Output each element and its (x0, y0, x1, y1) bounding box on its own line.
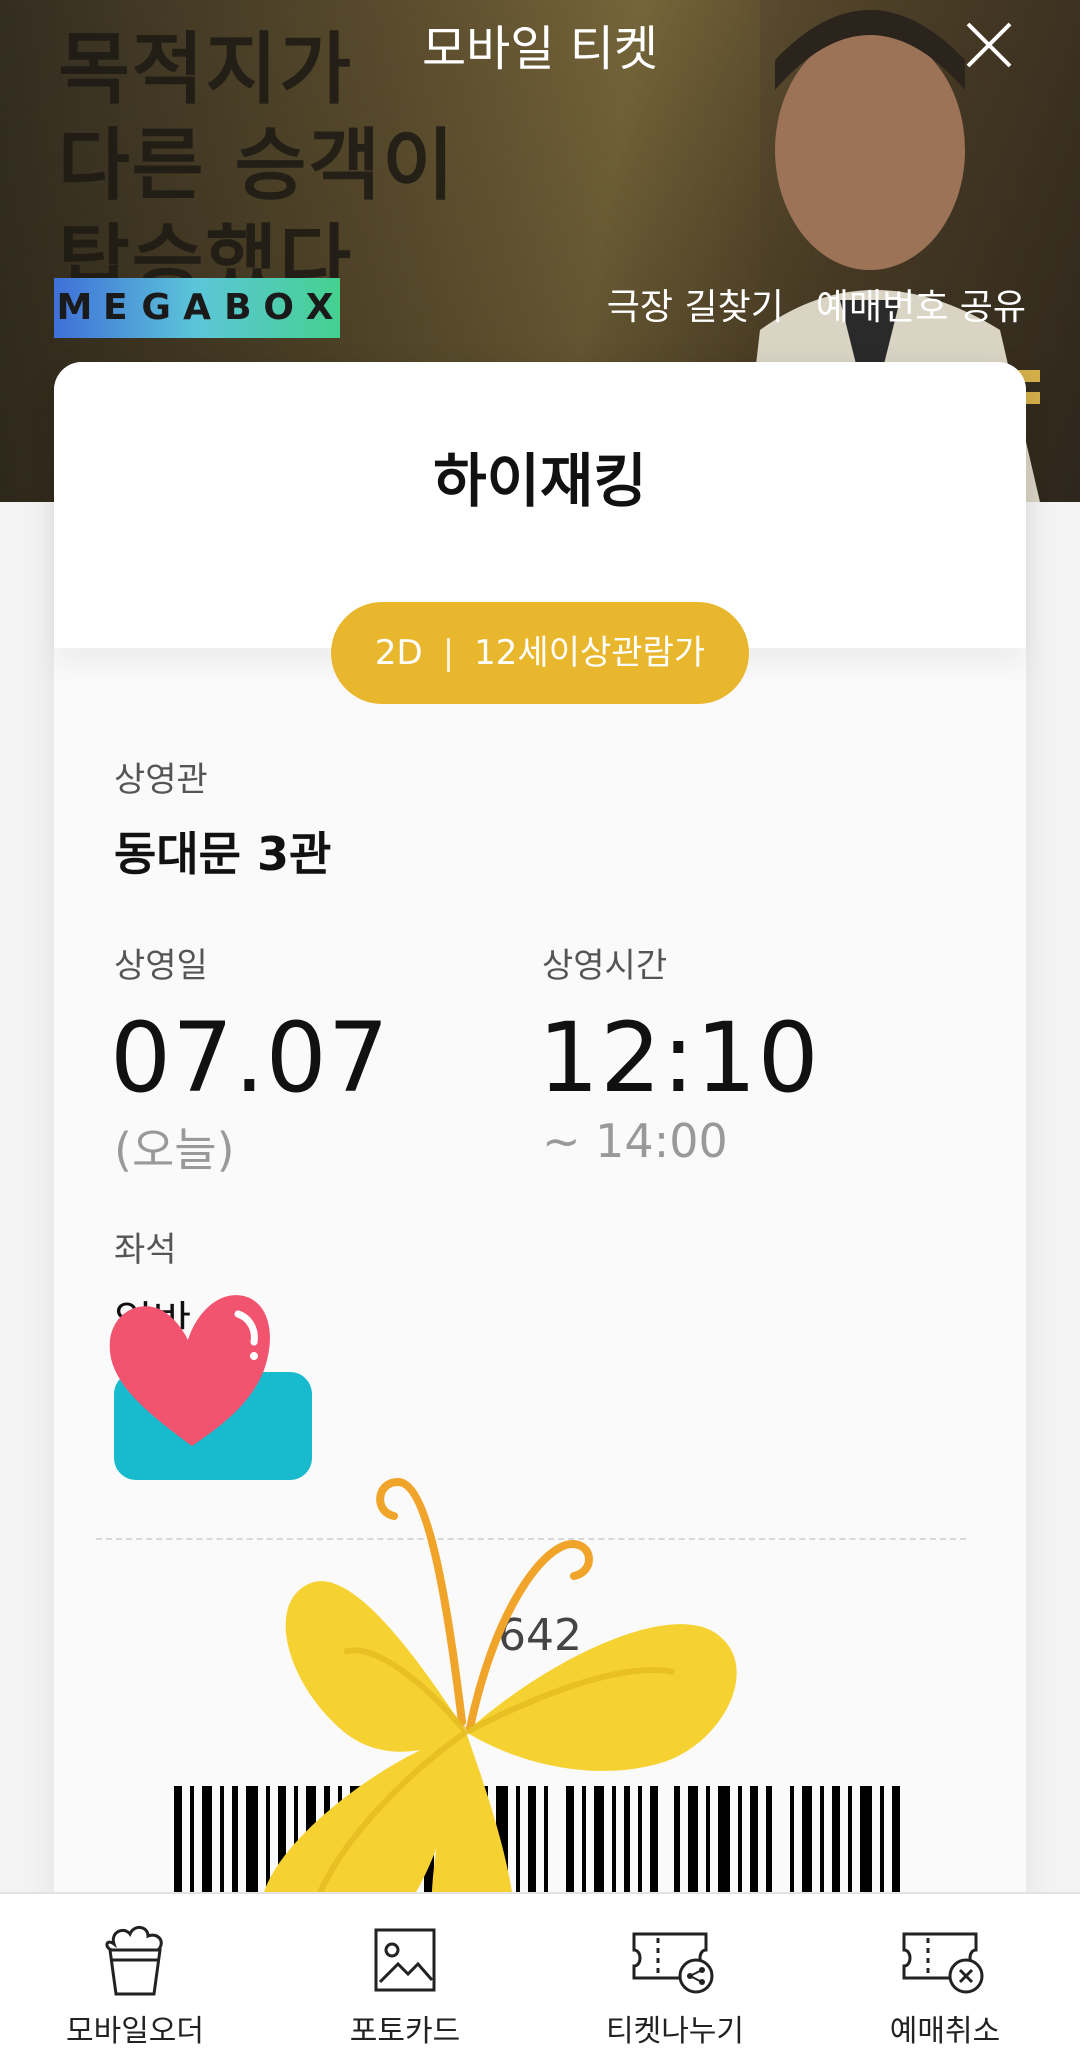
bottom-nav: 모바일오더 포토카드 티켓나누기 예매취소 (0, 1892, 1080, 2063)
nav-ticket-share-label: 티켓나누기 (606, 2014, 744, 2049)
logo-letter: G (141, 287, 171, 328)
nav-cancel-booking-label: 예매취소 (889, 2014, 1001, 2049)
ticket-card: 하이재킹 2D | 12세이상관람가 상영관 동대문 3관 상영일 07.07 (오… (54, 362, 1026, 2063)
nav-photo-card[interactable]: 포토카드 (270, 1894, 540, 2063)
ticket-cancel-icon (902, 1932, 984, 1994)
format-label: 2D (374, 633, 423, 673)
header-links: 극장 길찾기 예매번호 공유 (607, 282, 1026, 334)
nav-ticket-share[interactable]: 티켓나누기 (540, 1894, 810, 2063)
seat-label: 좌석 (114, 1230, 177, 1270)
theater-directions-link[interactable]: 극장 길찾기 (607, 282, 784, 334)
end-time: ~ 14:00 (542, 1114, 728, 1168)
logo-letter: O (263, 287, 295, 328)
badge-separator: | (442, 633, 455, 673)
close-icon[interactable] (962, 18, 1016, 72)
start-time: 12:10 (538, 1002, 820, 1114)
logo-letter: B (224, 287, 252, 328)
image-icon (374, 1928, 436, 1992)
time-label: 상영시간 (542, 946, 668, 986)
popcorn-icon (105, 1926, 163, 1996)
movie-title: 하이재킹 (433, 447, 647, 515)
page-title: 모바일 티켓 (421, 21, 659, 77)
logo-letter: X (305, 287, 334, 328)
screening-date: 07.07 (110, 1002, 390, 1114)
megabox-logo: M E G A B O X (54, 278, 340, 338)
logo-letter: E (102, 287, 128, 328)
heart-sticker-icon (109, 1295, 270, 1446)
date-label: 상영일 (114, 946, 208, 986)
nav-mobile-order-label: 모바일오더 (66, 2014, 204, 2049)
format-rating-badge: 2D | 12세이상관람가 (331, 602, 749, 704)
ticket-share-icon (632, 1932, 714, 1994)
nav-photo-card-label: 포토카드 (349, 2014, 461, 2049)
logo-letter: M (56, 287, 93, 328)
poster-tagline-line: 다른 승객이 (58, 121, 456, 211)
theater-value: 동대문 3관 (114, 827, 332, 881)
date-note: (오늘) (114, 1123, 235, 1177)
nav-mobile-order[interactable]: 모바일오더 (0, 1894, 270, 2063)
share-booking-number-link[interactable]: 예매번호 공유 (816, 282, 1026, 334)
theater-label: 상영관 (114, 760, 208, 800)
rating-label: 12세이상관람가 (474, 633, 706, 673)
nav-cancel-booking[interactable]: 예매취소 (810, 1894, 1080, 2063)
logo-letter: A (183, 287, 211, 328)
